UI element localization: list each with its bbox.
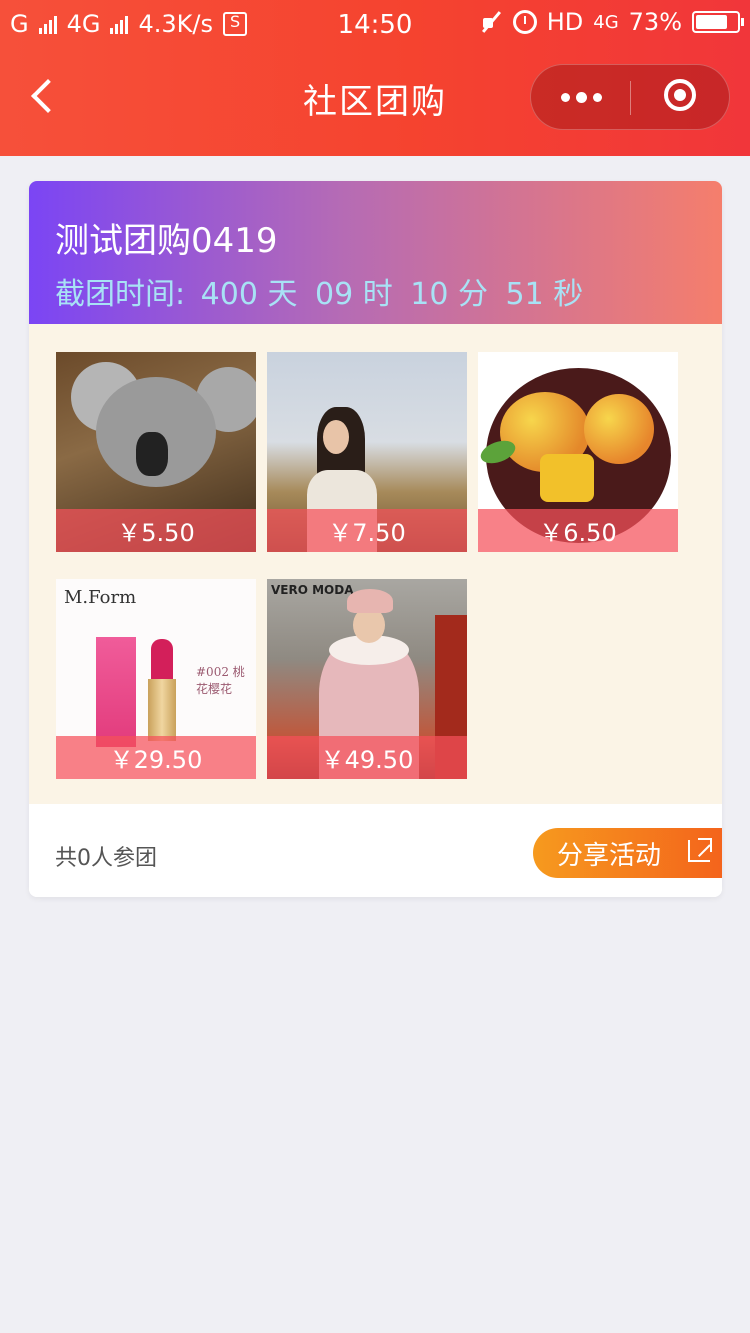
top-header: G 4G 4.3K/s 14:50 HD 4G 73% 社区团购	[0, 0, 750, 156]
product-grid: ￥5.50 ￥7.50 ￥6.50 M.Form #002 桃花樱花 ￥29.5…	[29, 324, 722, 804]
dot-icon	[593, 93, 602, 102]
card-header: 测试团购0419 截团时间: 400 天 09 时 10 分 51 秒	[29, 181, 722, 324]
battery-icon	[692, 11, 744, 33]
dot-icon	[561, 93, 570, 102]
countdown-seconds: 51 秒	[505, 277, 584, 312]
group-buy-card[interactable]: 测试团购0419 截团时间: 400 天 09 时 10 分 51 秒 ￥5.5…	[29, 181, 722, 897]
product-price: ￥7.50	[267, 509, 467, 552]
product-price: ￥6.50	[478, 509, 678, 552]
dot-icon	[576, 92, 587, 103]
product-item[interactable]: ￥7.50	[267, 352, 467, 552]
deadline: 截团时间: 400 天 09 时 10 分 51 秒	[55, 269, 591, 313]
product-price: ￥49.50	[267, 736, 467, 779]
share-label: 分享活动	[557, 840, 662, 871]
nav-bar: 社区团购	[0, 56, 750, 136]
group-title: 测试团购0419	[55, 221, 278, 261]
coat-brand: VERO MODA	[271, 583, 354, 597]
product-item[interactable]: M.Form #002 桃花樱花 ￥29.50	[56, 579, 256, 779]
koala-nose	[136, 432, 168, 476]
lipstick-brand: M.Form	[64, 587, 137, 608]
mango-cut	[540, 454, 594, 502]
lipstick-tube	[148, 679, 176, 741]
countdown-minutes: 10 分	[410, 277, 488, 312]
mango	[584, 394, 654, 464]
card-footer: 共0人参团 分享活动	[29, 804, 722, 897]
battery-percent: 73%	[628, 8, 682, 36]
status-right: HD 4G 73%	[479, 8, 744, 36]
woman-face	[323, 420, 349, 454]
share-icon	[688, 838, 712, 862]
mute-icon	[479, 10, 503, 34]
hd-text: HD	[546, 8, 584, 36]
product-price: ￥5.50	[56, 509, 256, 552]
share-activity-button[interactable]: 分享活动	[533, 828, 722, 878]
product-item[interactable]: VERO MODA ￥49.50	[267, 579, 467, 779]
mini-program-capsule	[530, 64, 730, 130]
more-menu-button[interactable]	[531, 65, 630, 129]
countdown-hours: 09 时	[315, 277, 393, 312]
deadline-label: 截团时间:	[55, 277, 186, 312]
product-item[interactable]: ￥5.50	[56, 352, 256, 552]
lipstick-box	[96, 637, 136, 747]
network-text-right: 4G	[593, 11, 619, 33]
lipstick-code: #002 桃花樱花	[196, 665, 245, 696]
countdown-days: 400 天	[200, 277, 298, 312]
beret	[347, 589, 393, 613]
alarm-icon	[512, 10, 537, 34]
lipstick-bullet	[151, 639, 173, 683]
product-item[interactable]: ￥6.50	[478, 352, 678, 552]
product-price: ￥29.50	[56, 736, 256, 779]
status-bar: G 4G 4.3K/s 14:50 HD 4G 73%	[0, 0, 750, 48]
close-mini-program-button[interactable]	[631, 65, 730, 129]
participant-count: 共0人参团	[55, 846, 157, 871]
